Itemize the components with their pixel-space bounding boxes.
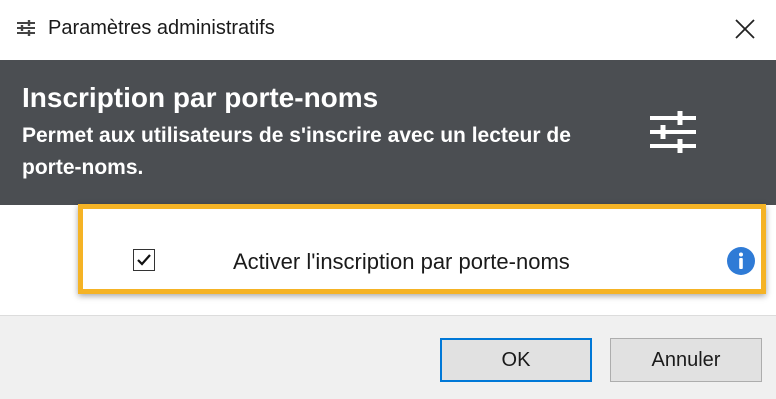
dialog-footer: OK Annuler	[0, 315, 776, 399]
section-header: Inscription par porte-noms Permet aux ut…	[0, 60, 776, 205]
settings-sliders-icon	[16, 18, 36, 38]
ok-button[interactable]: OK	[440, 338, 592, 382]
info-icon[interactable]	[726, 246, 756, 276]
enable-badge-enrollment-checkbox[interactable]	[133, 249, 155, 271]
sliders-icon	[648, 110, 698, 154]
close-icon[interactable]	[730, 14, 760, 44]
section-description: Permet aux utilisateurs de s'inscrire av…	[22, 124, 571, 179]
window-title: Paramètres administratifs	[48, 17, 275, 39]
cancel-button[interactable]: Annuler	[610, 338, 762, 382]
title-bar: Paramètres administratifs	[0, 0, 776, 60]
option-row-highlighted: Activer l'inscription par porte-noms	[78, 204, 766, 294]
enable-badge-enrollment-label: Activer l'inscription par porte-noms	[233, 249, 570, 274]
section-title: Inscription par porte-noms	[22, 82, 379, 113]
